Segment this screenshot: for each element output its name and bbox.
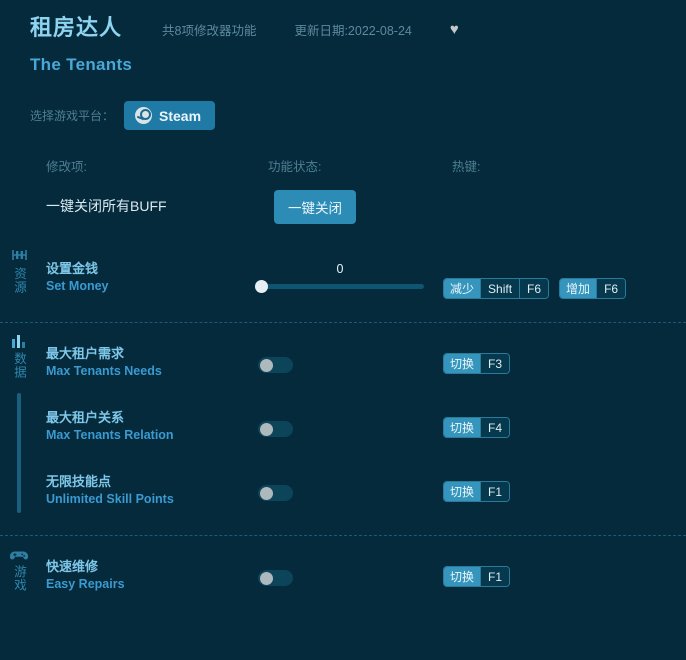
platform-selector-row: 选择游戏平台： Steam	[0, 101, 686, 130]
column-header-modifier: 修改项:	[46, 160, 87, 174]
hotkey-group[interactable]: 切换 F1	[443, 481, 511, 502]
toggle-knob	[260, 571, 273, 585]
column-header-status: 功能状态:	[268, 160, 322, 174]
disable-all-buffs-label: 一键关闭所有BUFF	[46, 198, 167, 214]
app-header: 租房达人 共8项修改器功能 更新日期:2022-08-24 ♥ The Tena…	[0, 0, 686, 75]
slider-value-label: 0	[336, 262, 344, 276]
cheat-section-data: 数据 最大租户需求 Max Tenants Needs 切换 F3 最大租户关系 Max T…	[0, 322, 686, 535]
cheat-section-game: 游戏 快速维修 Easy Repairs 切换 F1	[0, 535, 686, 620]
steam-icon	[135, 107, 153, 124]
hotkey-group-container: 切换 F3	[443, 353, 511, 374]
platform-steam-button[interactable]: Steam	[124, 101, 216, 130]
cheat-toggle[interactable]	[258, 421, 293, 437]
cheat-name-en: Easy Repairs	[46, 576, 125, 591]
toggle-knob	[260, 486, 273, 500]
hotkey-action-label: 切换	[444, 567, 481, 586]
hotkey-group-container: 切换 F1	[443, 481, 511, 502]
hotkey-key[interactable]: F6	[596, 279, 626, 298]
hotkey-group[interactable]: 增加 F6	[559, 278, 627, 299]
hotkey-action-label: 切换	[444, 354, 481, 373]
value-slider[interactable]: 0	[255, 262, 424, 293]
cheat-sections: 资源 设置金钱 Set Money 0 减少 Shift F6 增加 F6 数据 最大租户需求 Max…	[0, 238, 686, 620]
cheat-name-cn: 最大租户需求	[46, 346, 125, 361]
hotkey-key[interactable]: F1	[480, 482, 510, 501]
column-headers: 修改项: 功能状态: 热键:	[0, 156, 686, 178]
cheat-name-en: Max Tenants Needs	[46, 363, 162, 378]
cheat-row: 快速维修 Easy Repairs 切换 F1	[0, 546, 686, 610]
cheat-name-block: 快速维修 Easy Repairs	[46, 558, 125, 592]
cheat-toggle[interactable]	[258, 570, 293, 586]
platform-steam-label: Steam	[159, 107, 202, 124]
toggle-knob	[260, 358, 273, 372]
hotkey-group-container: 切换 F4	[443, 417, 511, 438]
hotkey-group-container: 切换 F1	[443, 566, 511, 587]
hotkey-group-container: 减少 Shift F6 增加 F6	[443, 278, 627, 299]
game-title-en: The Tenants	[30, 55, 133, 74]
cheat-row: 设置金钱 Set Money 0 减少 Shift F6 增加 F6	[0, 248, 686, 312]
cheat-section-resources: 资源 设置金钱 Set Money 0 减少 Shift F6 增加 F6	[0, 238, 686, 322]
favorite-heart-icon[interactable]: ♥	[450, 22, 459, 37]
cheat-toggle[interactable]	[258, 357, 293, 373]
hotkey-group[interactable]: 切换 F3	[443, 353, 511, 374]
page-title: 租房达人	[30, 15, 123, 40]
toggle-knob	[260, 422, 273, 436]
cheat-row: 最大租户需求 Max Tenants Needs 切换 F3	[0, 333, 686, 397]
cheat-name-en: Set Money	[46, 278, 109, 293]
cheat-toggle[interactable]	[258, 485, 293, 501]
slider-track[interactable]	[255, 280, 424, 293]
cheat-row: 无限技能点 Unlimited Skill Points 切换 F1	[0, 461, 686, 525]
disable-all-buffs-button[interactable]: 一键关闭	[274, 190, 356, 224]
cheat-row: 最大租户关系 Max Tenants Relation 切换 F4	[0, 397, 686, 461]
hotkey-key[interactable]: F1	[480, 567, 510, 586]
cheat-name-cn: 快速维修	[46, 559, 99, 574]
hotkey-key[interactable]: F4	[480, 418, 510, 437]
cheat-name-block: 无限技能点 Unlimited Skill Points	[46, 473, 174, 507]
hotkey-group[interactable]: 切换 F4	[443, 417, 511, 438]
column-header-hotkey: 热键:	[452, 160, 481, 174]
hotkey-key[interactable]: Shift	[480, 279, 520, 298]
slider-knob[interactable]	[255, 280, 268, 293]
hotkey-group[interactable]: 切换 F1	[443, 566, 511, 587]
header-top-row: 租房达人 共8项修改器功能 更新日期:2022-08-24 ♥	[0, 10, 686, 42]
cheat-name-cn: 设置金钱	[46, 261, 99, 276]
cheat-name-block: 设置金钱 Set Money	[46, 260, 109, 294]
cheat-name-block: 最大租户需求 Max Tenants Needs	[46, 345, 162, 379]
hotkey-group[interactable]: 减少 Shift F6	[443, 278, 550, 299]
cheat-name-en: Unlimited Skill Points	[46, 491, 174, 506]
cheat-name-block: 最大租户关系 Max Tenants Relation	[46, 409, 174, 443]
hotkey-action-label: 增加	[560, 279, 597, 298]
cheat-name-cn: 最大租户关系	[46, 410, 125, 425]
cheat-name-cn: 无限技能点	[46, 474, 112, 489]
hotkey-action-label: 切换	[444, 418, 481, 437]
hotkey-key[interactable]: F6	[519, 279, 549, 298]
update-date: 更新日期:2022-08-24	[294, 24, 412, 38]
disable-all-buffs-row: 一键关闭所有BUFF 一键关闭	[0, 186, 686, 238]
hotkey-key[interactable]: F3	[480, 354, 510, 373]
hotkey-action-label: 减少	[444, 279, 481, 298]
feature-count: 共8项修改器功能	[162, 24, 257, 38]
cheat-name-en: Max Tenants Relation	[46, 427, 174, 442]
platform-label: 选择游戏平台：	[30, 109, 115, 123]
hotkey-action-label: 切换	[444, 482, 481, 501]
